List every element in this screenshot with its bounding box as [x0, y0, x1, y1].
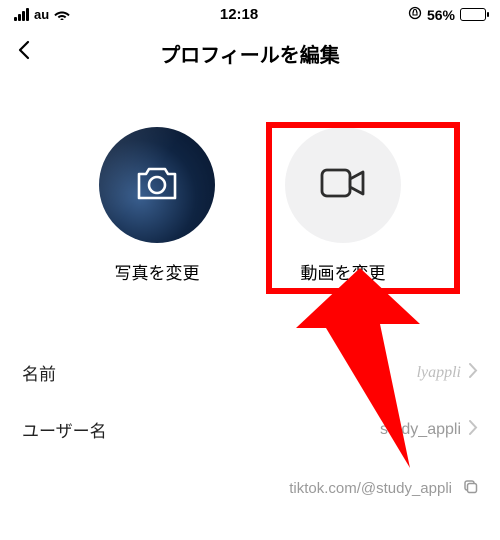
back-button[interactable]	[16, 39, 44, 67]
orientation-lock-icon	[408, 6, 422, 23]
carrier-label: au	[34, 7, 49, 22]
profile-url-text: tiktok.com/@study_appli	[289, 480, 452, 497]
battery-icon	[460, 8, 486, 21]
battery-percent: 56%	[427, 7, 455, 23]
change-video-label: 動画を変更	[301, 259, 386, 284]
row-profile-url[interactable]: tiktok.com/@study_appli	[0, 458, 500, 498]
row-username[interactable]: ユーザー名 study_appli	[0, 401, 500, 458]
status-bar: au 12:18 56%	[0, 0, 500, 25]
row-username-value: study_appli	[380, 421, 461, 439]
change-photo-button[interactable]: 写真を変更	[99, 127, 215, 284]
row-name[interactable]: 名前 lyappli	[0, 344, 500, 401]
change-photo-label: 写真を変更	[115, 259, 200, 284]
profile-photo-circle	[99, 127, 215, 243]
status-time: 12:18	[220, 6, 258, 23]
chevron-right-icon	[469, 363, 478, 383]
avatar-row: 写真を変更 動画を変更	[0, 79, 500, 298]
header: プロフィールを編集	[0, 25, 500, 79]
chevron-right-icon	[469, 420, 478, 440]
video-icon	[319, 166, 367, 205]
row-name-label: 名前	[22, 360, 56, 385]
camera-icon	[135, 164, 179, 207]
copy-icon[interactable]	[462, 478, 478, 498]
row-name-value: lyappli	[417, 364, 461, 382]
profile-video-circle	[285, 127, 401, 243]
change-video-button[interactable]: 動画を変更	[285, 127, 401, 284]
signal-icon	[14, 8, 29, 21]
settings-list: 名前 lyappli ユーザー名 study_appli tiktok.com/…	[0, 344, 500, 498]
page-title: プロフィールを編集	[0, 39, 500, 68]
row-username-label: ユーザー名	[22, 417, 107, 442]
wifi-icon	[54, 7, 70, 23]
